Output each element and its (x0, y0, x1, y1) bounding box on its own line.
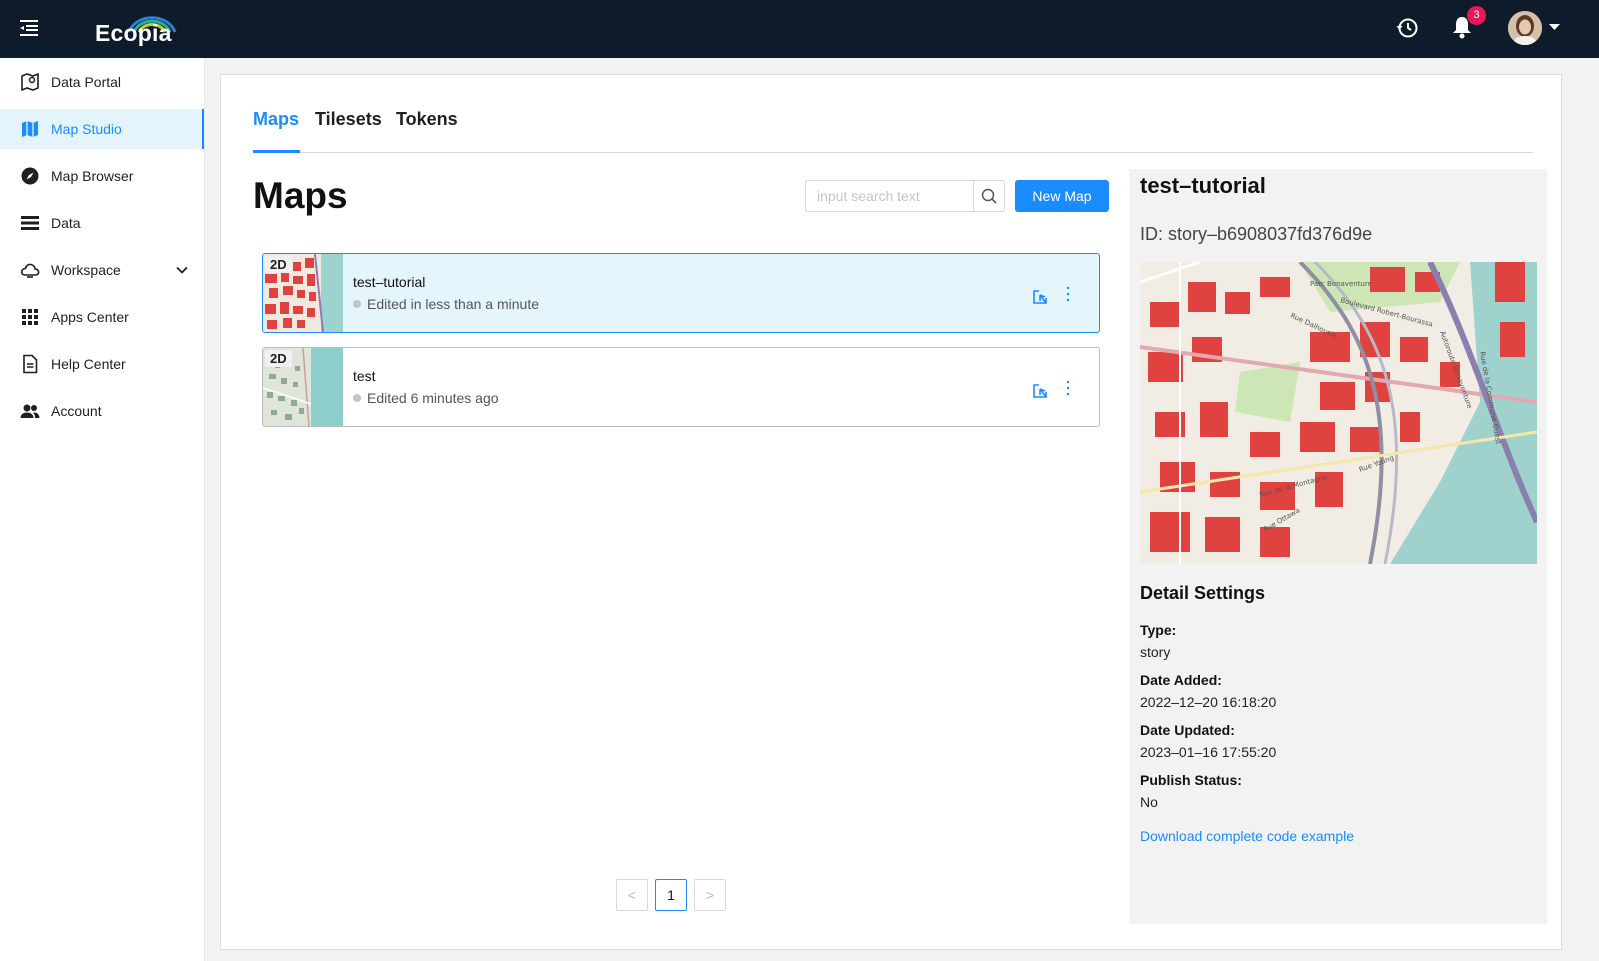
map-name: test–tutorial (353, 274, 426, 290)
caret-down-icon[interactable] (1549, 23, 1560, 31)
map-thumbnail: 2D (263, 254, 343, 332)
sidebar-item-label: Map Browser (51, 168, 134, 184)
map-name: test (353, 368, 376, 384)
avatar-image (1508, 11, 1542, 45)
publish-status-value: No (1140, 794, 1158, 810)
map-thumbnail: 2D (263, 348, 343, 426)
sidebar-item-map-browser[interactable]: Map Browser (0, 156, 204, 196)
date-added-label: Date Added: (1140, 672, 1222, 688)
tab-tokens[interactable]: Tokens (396, 109, 458, 130)
search-button[interactable] (974, 181, 1005, 211)
next-page-button[interactable]: > (694, 879, 726, 911)
notifications-button[interactable]: 3 (1451, 6, 1486, 41)
map-card-test-tutorial[interactable]: 2D test–tutorial Edited in less than a m… (262, 253, 1100, 333)
list-icon (21, 216, 39, 230)
sidebar-item-account[interactable]: Account (0, 391, 204, 431)
notification-badge: 3 (1467, 6, 1486, 25)
detail-settings-heading: Detail Settings (1140, 583, 1266, 603)
search-input[interactable] (806, 181, 974, 211)
main-panel: Maps Tilesets Tokens Maps New Map (220, 74, 1562, 950)
history-icon[interactable] (1395, 16, 1419, 40)
grid-icon (22, 309, 38, 325)
date-updated-label: Date Updated: (1140, 722, 1235, 738)
sidebar-item-data[interactable]: Data (0, 203, 204, 243)
search-icon (981, 188, 997, 204)
tab-bar: Maps Tilesets Tokens (253, 101, 1533, 153)
user-avatar[interactable] (1508, 11, 1542, 45)
status-dot (353, 300, 361, 308)
date-updated-value: 2023–01–16 17:55:20 (1140, 744, 1277, 760)
sidebar-item-label: Data Portal (51, 74, 122, 90)
map-edit-status-text: Edited 6 minutes ago (367, 390, 499, 406)
open-in-editor-icon[interactable] (1032, 289, 1048, 305)
open-in-editor-icon[interactable] (1032, 383, 1048, 399)
top-bar: Ecopia 3 (0, 0, 1599, 58)
sidebar-item-apps-center[interactable]: Apps Center (0, 297, 204, 337)
download-code-example-link[interactable]: Download complete code example (1140, 828, 1354, 844)
publish-status-label: Publish Status: (1140, 772, 1242, 788)
map-card-test[interactable]: 2D test Edited 6 minutes ago (262, 347, 1100, 427)
more-vertical-icon[interactable] (1063, 378, 1073, 398)
dimension-tag: 2D (265, 350, 292, 367)
document-icon (23, 354, 38, 374)
sidebar-item-data-portal[interactable]: Data Portal (0, 62, 204, 102)
more-vertical-icon[interactable] (1063, 284, 1073, 304)
sidebar-item-label: Workspace (51, 262, 121, 278)
menu-fold-icon[interactable] (18, 17, 40, 39)
type-label: Type: (1140, 622, 1177, 638)
new-map-button[interactable]: New Map (1015, 180, 1109, 212)
sidebar-item-help-center[interactable]: Help Center (0, 344, 204, 384)
map-pin-icon (21, 72, 39, 92)
sidebar-item-label: Map Studio (51, 121, 122, 137)
compass-icon (21, 167, 39, 185)
map-icon (22, 121, 38, 137)
dimension-tag: 2D (265, 256, 292, 273)
map-edit-status: Edited 6 minutes ago (353, 390, 499, 406)
map-preview: Parc Bonaventure Boulevard Robert-Bouras… (1140, 262, 1537, 564)
prev-page-button[interactable]: < (616, 879, 648, 911)
tab-maps[interactable]: Maps (253, 109, 299, 130)
map-details-panel: test–tutorial ID: story–b6908037fd376d9e (1129, 169, 1547, 924)
details-id: ID: story–b6908037fd376d9e (1140, 224, 1373, 244)
sidebar-item-label: Apps Center (51, 309, 129, 325)
tab-tilesets[interactable]: Tilesets (315, 109, 382, 130)
cloud-icon (20, 263, 40, 278)
type-value: story (1140, 644, 1171, 660)
status-dot (353, 394, 361, 402)
map-label: Parc Bonaventure (1310, 280, 1372, 288)
sidebar-item-label: Data (51, 215, 81, 231)
map-edit-status: Edited in less than a minute (353, 296, 539, 312)
date-added-value: 2022–12–20 16:18:20 (1140, 694, 1277, 710)
page-1-button[interactable]: 1 (655, 879, 687, 911)
search-box (805, 180, 1005, 212)
chevron-down-icon[interactable] (176, 265, 188, 275)
brand-name: Ecopia (95, 20, 172, 46)
sidebar-item-label: Help Center (51, 356, 126, 372)
team-icon (20, 404, 40, 418)
sidebar: Data Portal Map Studio Map Browser Data … (0, 58, 205, 961)
sidebar-item-map-studio[interactable]: Map Studio (0, 109, 204, 149)
map-edit-status-text: Edited in less than a minute (367, 296, 539, 312)
active-tab-indicator (253, 150, 300, 153)
details-title: test–tutorial (1140, 173, 1266, 198)
page-title: Maps (253, 175, 348, 216)
sidebar-item-workspace[interactable]: Workspace (0, 250, 204, 290)
sidebar-item-label: Account (51, 403, 102, 419)
